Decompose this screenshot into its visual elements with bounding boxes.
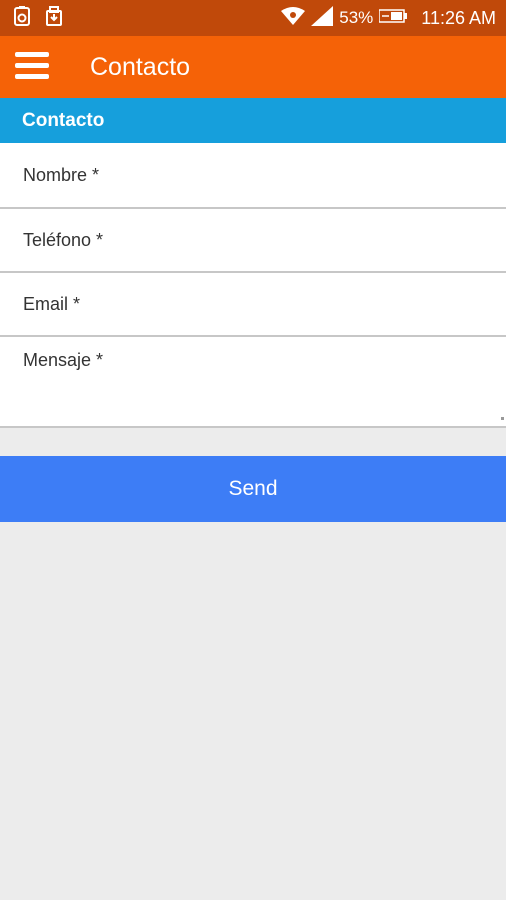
wifi-icon bbox=[281, 6, 306, 30]
hamburger-menu-icon bbox=[15, 51, 49, 84]
send-button[interactable]: Send bbox=[0, 456, 506, 522]
battery-icon bbox=[378, 8, 408, 28]
email-input[interactable] bbox=[23, 293, 483, 315]
clock: 11:26 AM bbox=[421, 7, 496, 28]
signal-icon bbox=[311, 5, 334, 31]
nombre-field-row bbox=[0, 143, 506, 209]
mensaje-textarea[interactable] bbox=[23, 350, 483, 420]
download-notification-icon bbox=[46, 5, 62, 31]
mensaje-field-row bbox=[0, 337, 506, 428]
status-bar: 53% 11:26 AM bbox=[0, 0, 506, 36]
page-title: Contacto bbox=[90, 52, 191, 81]
menu-button[interactable] bbox=[0, 36, 64, 98]
telefono-input[interactable] bbox=[23, 229, 483, 251]
telefono-field-row bbox=[0, 209, 506, 273]
system-indicators: 53% 11:26 AM bbox=[281, 5, 496, 31]
camera-notification-icon bbox=[14, 5, 30, 31]
email-field-row bbox=[0, 273, 506, 337]
section-header: Contacto bbox=[0, 98, 506, 143]
battery-percent: 53% bbox=[339, 8, 374, 27]
notification-icons bbox=[14, 5, 62, 31]
app-bar: Contacto bbox=[0, 36, 506, 98]
textarea-resize-handle[interactable] bbox=[501, 417, 504, 420]
section-title: Contacto bbox=[22, 109, 105, 131]
nombre-input[interactable] bbox=[23, 164, 483, 186]
